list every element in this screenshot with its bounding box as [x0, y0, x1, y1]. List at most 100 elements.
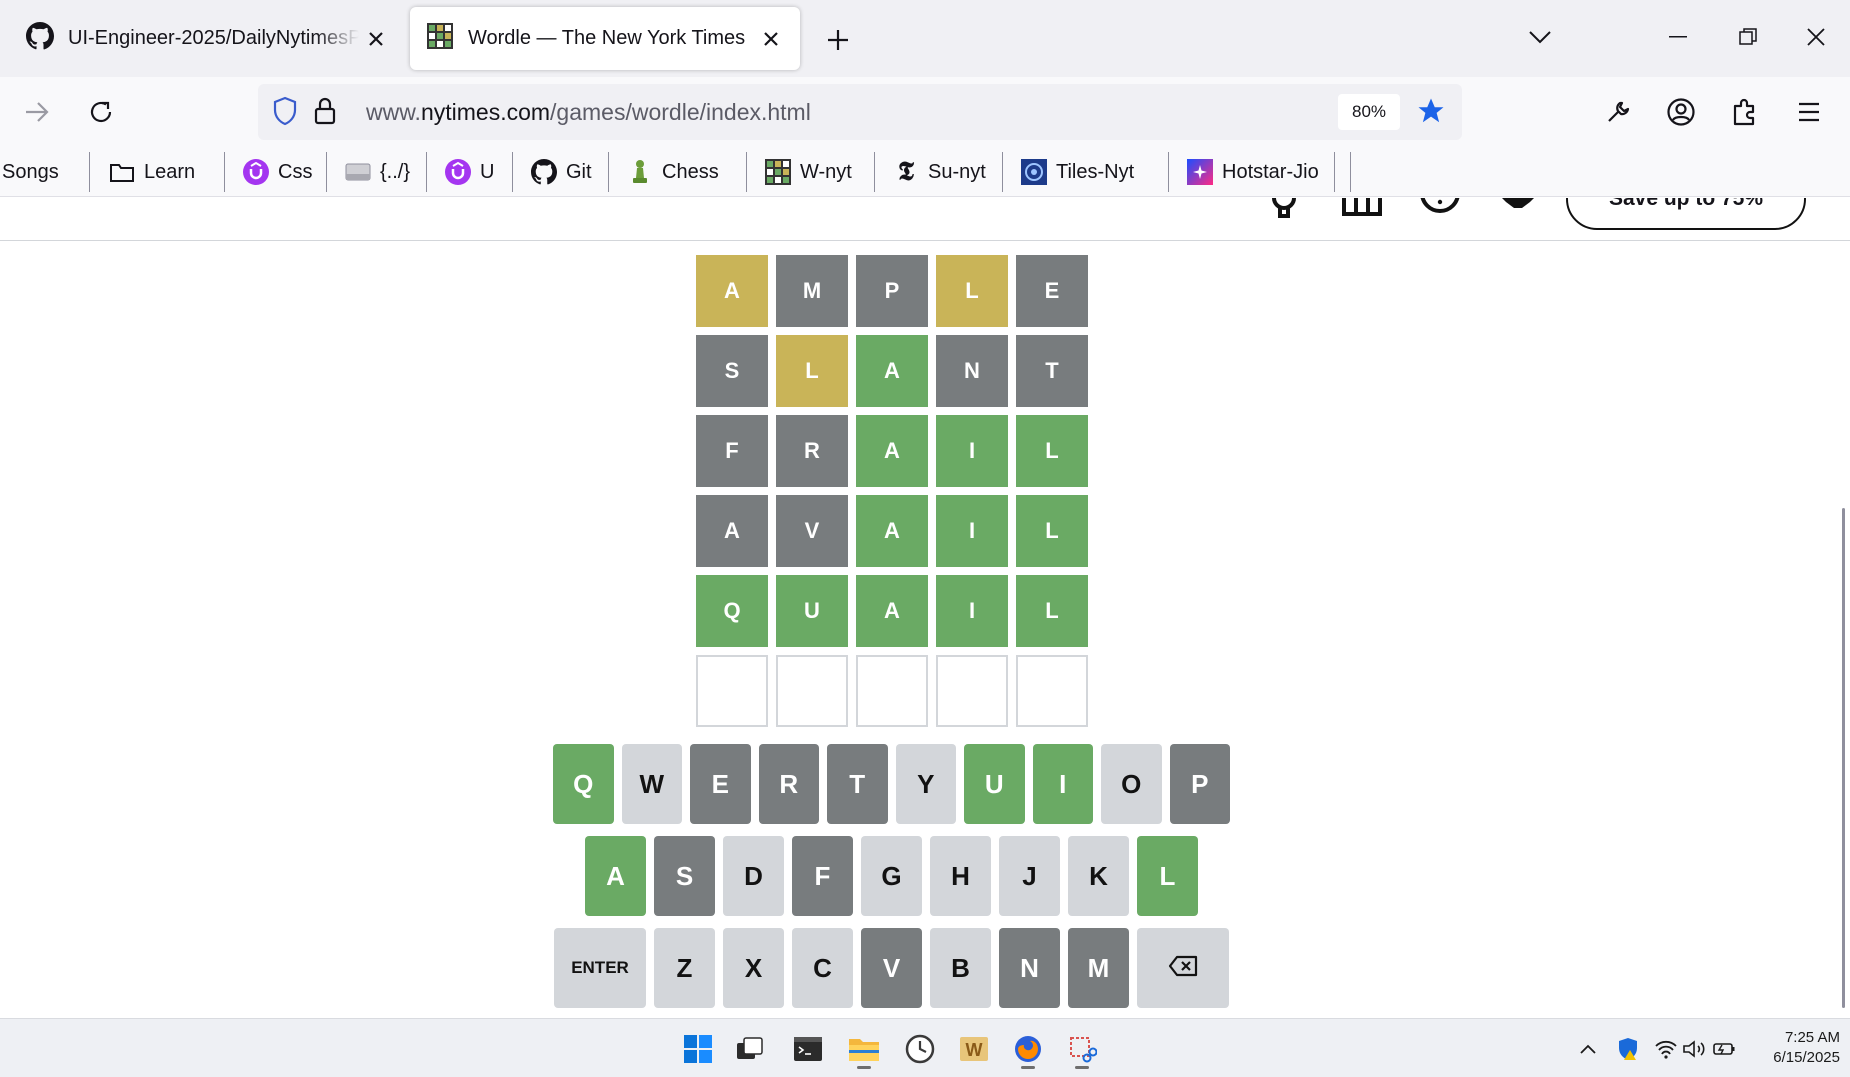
bookmark-label: Su-nyt: [928, 160, 986, 183]
running-indicator: [857, 1066, 871, 1069]
bookmark-label: {../}: [380, 160, 411, 183]
tab-wordle[interactable]: Wordle — The New York Times: [410, 7, 800, 70]
key-h[interactable]: H: [930, 836, 991, 916]
board-tile: I: [936, 575, 1008, 647]
clock-app-icon[interactable]: [898, 1027, 942, 1071]
lock-icon[interactable]: [314, 96, 336, 131]
bookmark-drive[interactable]: {../}: [344, 155, 410, 189]
key-t[interactable]: T: [827, 744, 888, 824]
bookmark-tiles-nyt[interactable]: Tiles-Nyt: [1020, 155, 1134, 189]
key-c[interactable]: C: [792, 928, 853, 1008]
bookmark-w-nyt[interactable]: W-nyt: [764, 155, 852, 189]
key-k[interactable]: K: [1068, 836, 1129, 916]
bookmark-separator: [608, 152, 609, 192]
key-l[interactable]: L: [1137, 836, 1198, 916]
show-hidden-icons-chevron-icon[interactable]: [1574, 1035, 1602, 1063]
settings-gear-icon[interactable]: [1496, 198, 1540, 228]
tab-github[interactable]: UI-Engineer-2025/DailyNytimesPuzzles: [0, 7, 405, 70]
key-p[interactable]: P: [1169, 744, 1230, 824]
account-icon[interactable]: [1658, 89, 1704, 135]
url-text[interactable]: www.nytimes.com/games/wordle/index.html: [366, 99, 811, 126]
enter-key[interactable]: ENTER: [554, 928, 646, 1008]
bookmark-git[interactable]: Git: [530, 155, 592, 189]
extensions-icon[interactable]: [1722, 89, 1768, 135]
address-bar[interactable]: www.nytimes.com/games/wordle/index.html …: [258, 84, 1462, 140]
key-d[interactable]: D: [723, 836, 784, 916]
security-shield-icon[interactable]: [1614, 1035, 1642, 1063]
wrench-icon[interactable]: [1595, 89, 1641, 135]
game-header: Save up to 75%: [0, 198, 1850, 241]
bookmark-chess[interactable]: Chess: [626, 155, 719, 189]
battery-icon[interactable]: [1710, 1035, 1738, 1063]
wifi-icon[interactable]: [1652, 1035, 1680, 1063]
list-all-tabs-icon[interactable]: [1512, 14, 1568, 60]
board-tile: P: [856, 255, 928, 327]
key-g[interactable]: G: [861, 836, 922, 916]
restore-icon[interactable]: [1720, 14, 1776, 60]
stats-icon[interactable]: [1340, 198, 1384, 228]
key-s[interactable]: S: [654, 836, 715, 916]
key-v[interactable]: V: [861, 928, 922, 1008]
bookmark-star-icon[interactable]: [1416, 96, 1446, 131]
bookmark-hotstar-jio[interactable]: Hotstar-Jio: [1186, 155, 1319, 189]
tab-title: UI-Engineer-2025/DailyNytimesPuzzles: [68, 27, 359, 49]
bookmark-separator: [1168, 152, 1169, 192]
new-tab-icon[interactable]: [818, 20, 858, 60]
key-y[interactable]: Y: [895, 744, 956, 824]
close-tab-icon[interactable]: [359, 22, 393, 56]
close-window-icon[interactable]: [1788, 14, 1844, 60]
key-r[interactable]: R: [758, 744, 819, 824]
on-screen-keyboard: Q W E R T Y U I O P A S D F G H J K L ENTER Z X C V B N M: [553, 744, 1230, 1018]
key-j[interactable]: J: [999, 836, 1060, 916]
close-tab-icon[interactable]: [754, 22, 788, 56]
word-app-icon[interactable]: W: [952, 1027, 996, 1071]
zoom-indicator[interactable]: 80%: [1338, 94, 1400, 130]
menu-hamburger-icon[interactable]: [1786, 89, 1832, 135]
wordle-grid-icon: [764, 158, 792, 186]
reload-icon[interactable]: [78, 89, 124, 135]
bookmark-css[interactable]: Css: [242, 155, 312, 189]
key-x[interactable]: X: [723, 928, 784, 1008]
bookmark-label: W-nyt: [800, 160, 852, 183]
firefox-icon[interactable]: [1006, 1027, 1050, 1071]
bookmark-su-nyt[interactable]: 𝕿 Su-nyt: [892, 155, 986, 189]
tiles-icon: [1020, 158, 1048, 186]
key-w[interactable]: W: [621, 744, 682, 824]
task-view-icon[interactable]: [728, 1027, 772, 1071]
windows-taskbar: W 7:25 AM 6/15/2025: [0, 1018, 1850, 1077]
minimize-icon[interactable]: [1650, 14, 1706, 60]
bookmark-learn[interactable]: Learn: [108, 155, 195, 189]
backspace-key[interactable]: [1137, 928, 1229, 1008]
tracking-shield-icon[interactable]: [272, 96, 298, 131]
key-i[interactable]: I: [1032, 744, 1093, 824]
tab-strip: UI-Engineer-2025/DailyNytimesPuzzles Wor…: [0, 0, 1850, 77]
snipping-tool-icon[interactable]: [1060, 1027, 1104, 1071]
start-windows-icon[interactable]: [676, 1027, 720, 1071]
key-o[interactable]: O: [1101, 744, 1162, 824]
key-b[interactable]: B: [930, 928, 991, 1008]
volume-icon[interactable]: [1680, 1035, 1708, 1063]
key-n[interactable]: N: [999, 928, 1060, 1008]
page-scrollbar[interactable]: [1842, 508, 1845, 1008]
board-tile: F: [696, 415, 768, 487]
forward-arrow-icon[interactable]: [14, 89, 60, 135]
svg-text:W: W: [966, 1040, 983, 1060]
file-explorer-icon[interactable]: [842, 1027, 886, 1071]
hint-bulb-icon[interactable]: [1262, 198, 1306, 228]
board-tile: R: [776, 415, 848, 487]
key-m[interactable]: M: [1068, 928, 1129, 1008]
tab-title: Wordle — The New York Times: [468, 27, 746, 49]
bookmark-songs[interactable]: Songs: [2, 155, 59, 189]
key-q[interactable]: Q: [553, 744, 614, 824]
key-u[interactable]: U: [964, 744, 1025, 824]
system-clock[interactable]: 7:25 AM 6/15/2025: [1740, 1028, 1840, 1068]
help-icon[interactable]: [1418, 198, 1462, 228]
bookmark-u[interactable]: U: [444, 155, 494, 189]
key-z[interactable]: Z: [654, 928, 715, 1008]
subscribe-button[interactable]: Save up to 75%: [1566, 198, 1806, 230]
key-f[interactable]: F: [792, 836, 853, 916]
terminal-icon[interactable]: [786, 1027, 830, 1071]
bookmark-separator: [326, 152, 327, 192]
key-a[interactable]: A: [585, 836, 646, 916]
key-e[interactable]: E: [690, 744, 751, 824]
